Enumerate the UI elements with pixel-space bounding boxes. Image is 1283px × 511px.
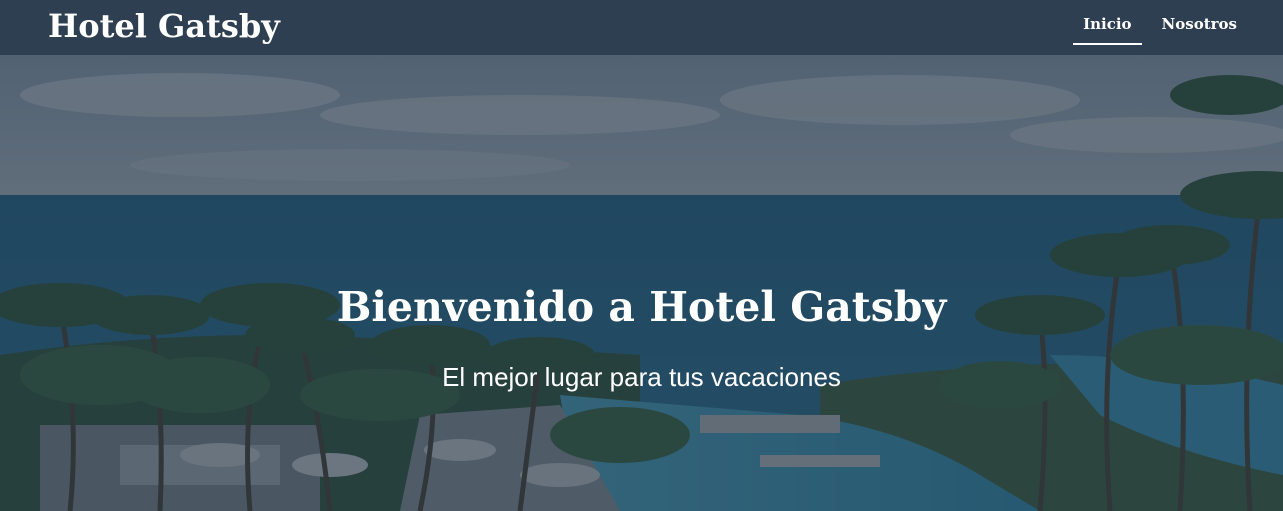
hero-section: Bienvenido a Hotel Gatsby El mejor lugar… — [0, 55, 1283, 511]
nav-link-inicio[interactable]: Inicio — [1073, 0, 1143, 45]
site-logo-link[interactable]: Hotel Gatsby — [48, 4, 280, 48]
hero-title: Bienvenido a Hotel Gatsby — [336, 283, 947, 331]
main-nav: Inicio Nosotros — [1073, 0, 1247, 55]
site-header: Hotel Gatsby Inicio Nosotros — [0, 0, 1283, 55]
page: Hotel Gatsby Inicio Nosotros Bienvenido … — [0, 0, 1283, 511]
hero-content: Bienvenido a Hotel Gatsby El mejor lugar… — [0, 55, 1283, 511]
hero-subtitle: El mejor lugar para tus vacaciones — [442, 362, 841, 392]
nav-link-nosotros[interactable]: Nosotros — [1152, 0, 1247, 45]
